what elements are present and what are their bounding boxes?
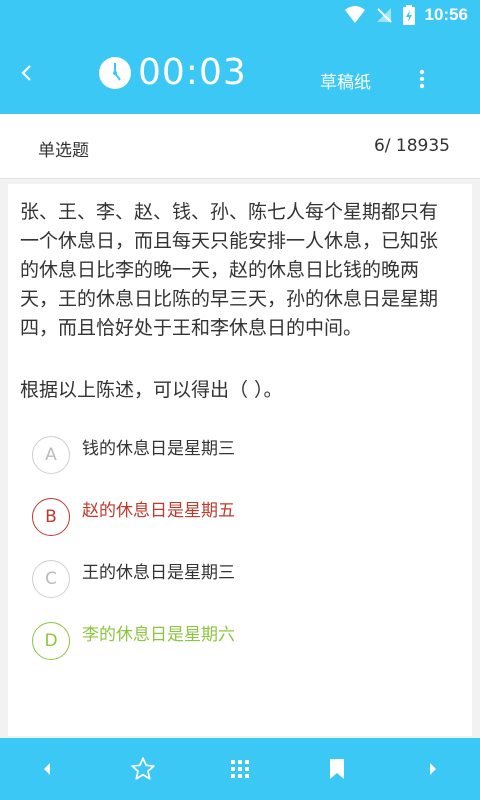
grid-icon [231, 760, 249, 778]
option-a[interactable]: A 钱的休息日是星期三 [32, 436, 452, 482]
next-button[interactable] [418, 754, 448, 784]
option-b[interactable]: B 赵的休息日是星期五 [32, 498, 452, 544]
option-letter: B [32, 498, 70, 536]
bookmark-button[interactable] [322, 754, 352, 784]
option-letter: D [32, 622, 70, 660]
no-signal-icon [376, 8, 392, 23]
battery-charging-icon [402, 5, 415, 25]
star-icon [131, 757, 155, 780]
bookmark-icon [330, 759, 344, 779]
more-vertical-icon [419, 69, 425, 89]
status-icons: 10:56 [344, 5, 468, 25]
chevron-left-icon [21, 65, 31, 81]
question-type: 单选题 [38, 141, 89, 161]
favorite-button[interactable] [128, 754, 158, 784]
option-text: 李的休息日是星期六 [82, 625, 235, 645]
app-bar: 00:03 草稿纸 [0, 32, 480, 114]
next-icon [430, 763, 436, 775]
question-card: 张、王、李、赵、钱、孙、陈七人每个星期都只有一个休息日，而且每天只能安排一人休息… [8, 184, 472, 736]
bottom-bar [0, 738, 480, 800]
option-text: 钱的休息日是星期三 [82, 439, 235, 459]
option-text: 王的休息日是星期三 [82, 563, 235, 583]
more-options-button[interactable] [410, 66, 434, 92]
timer-text: 00:03 [138, 52, 247, 93]
previous-button[interactable] [32, 754, 62, 784]
option-d[interactable]: D 李的休息日是星期六 [32, 622, 452, 668]
option-letter: A [32, 436, 70, 474]
back-button[interactable] [12, 58, 42, 88]
answer-sheet-button[interactable] [225, 754, 255, 784]
status-bar: 10:56 [0, 0, 480, 32]
prev-icon [44, 763, 50, 775]
timer: 00:03 [98, 52, 247, 93]
option-c[interactable]: C 王的休息日是星期三 [32, 560, 452, 606]
status-time: 10:56 [424, 5, 468, 24]
question-progress: 6/ 18935 [373, 136, 450, 156]
question-stem: 张、王、李、赵、钱、孙、陈七人每个星期都只有一个休息日，而且每天只能安排一人休息… [20, 201, 439, 339]
option-text: 赵的休息日是星期五 [82, 501, 235, 521]
clock-icon [99, 56, 131, 89]
sub-header: 单选题 6/ 18935 [0, 114, 480, 179]
question-ask: 根据以上陈述，可以得出（ ）。 [20, 379, 283, 401]
draft-paper-button[interactable]: 草稿纸 [320, 68, 371, 93]
option-letter: C [32, 560, 70, 598]
wifi-icon [344, 6, 365, 23]
